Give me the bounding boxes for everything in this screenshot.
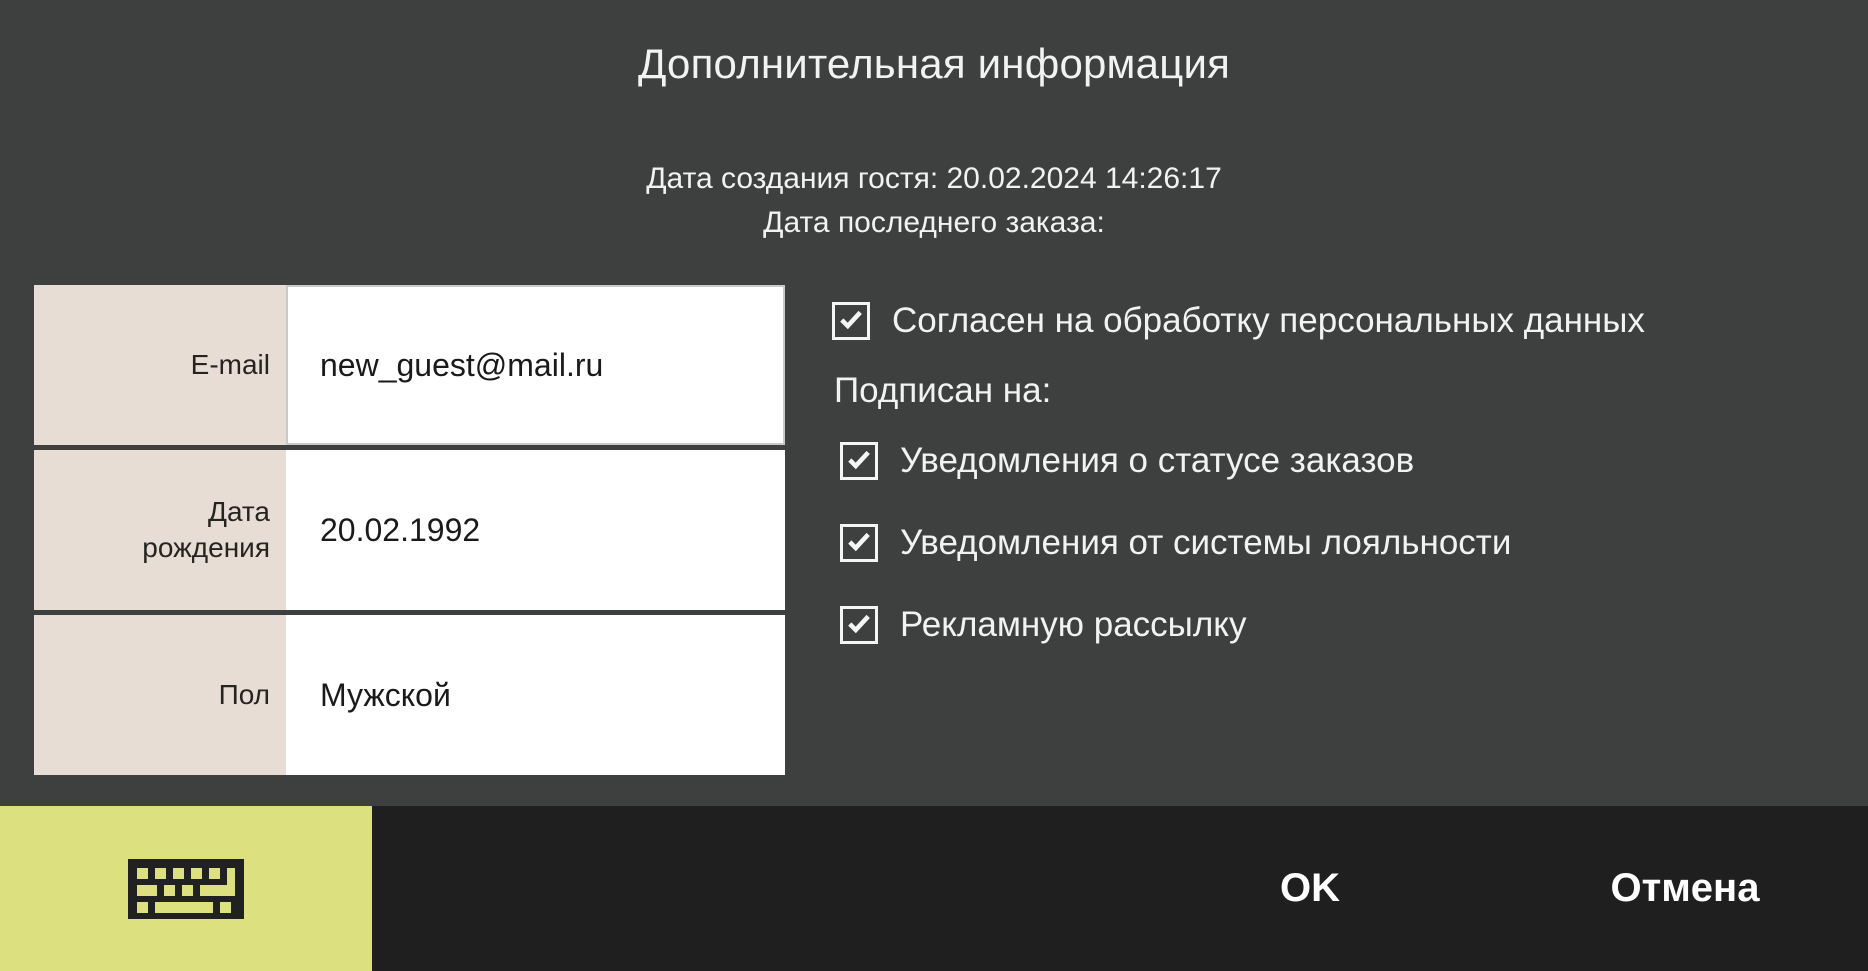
table-row: Дата рождения 20.02.1992 [34, 450, 785, 610]
checkmark-icon [848, 614, 870, 634]
additional-info-dialog: Дополнительная информация Дата создания … [0, 0, 1868, 806]
guest-created-date: Дата создания гостя: 20.02.2024 14:26:17 [646, 162, 1222, 195]
birth-date-label: Дата рождения [34, 450, 286, 610]
checkmark-icon [848, 450, 870, 470]
checkbox-row-advertising[interactable]: Рекламную рассылку [840, 597, 1832, 653]
subscribe-heading: Подписан на: [834, 371, 1052, 410]
checkbox-label-order-status: Уведомления о статусе заказов [900, 441, 1415, 480]
consent-block: Согласен на обработку персональных данны… [832, 293, 1832, 679]
checkbox-label-loyalty: Уведомления от системы лояльности [900, 523, 1512, 562]
last-order-date: Дата последнего заказа: [763, 206, 1105, 239]
checkbox-row-loyalty[interactable]: Уведомления от системы лояльности [840, 515, 1832, 571]
checkbox-loyalty[interactable] [840, 524, 878, 562]
email-field[interactable]: new_guest@mail.ru [286, 285, 785, 445]
checkbox-row-personal-data[interactable]: Согласен на обработку персональных данны… [832, 293, 1832, 349]
checkmark-icon [840, 310, 862, 330]
checkmark-icon [848, 532, 870, 552]
checkbox-row-order-status[interactable]: Уведомления о статусе заказов [840, 433, 1832, 489]
gender-label: Пол [34, 615, 286, 775]
checkbox-personal-data[interactable] [832, 302, 870, 340]
table-row: Пол Мужской [34, 615, 785, 775]
checkbox-label-advertising: Рекламную рассылку [900, 605, 1247, 644]
cancel-button[interactable]: Отмена [1555, 806, 1815, 971]
bottom-action-bar: OK Отмена [0, 806, 1868, 971]
guest-details-table: E-mail new_guest@mail.ru Дата рождения 2… [34, 285, 785, 775]
email-label: E-mail [34, 285, 286, 445]
meta-block: Дата создания гостя: 20.02.2024 14:26:17… [0, 157, 1868, 245]
page-title: Дополнительная информация [637, 40, 1231, 87]
gender-field[interactable]: Мужской [286, 615, 785, 775]
ok-button[interactable]: OK [1190, 806, 1430, 971]
keyboard-button[interactable] [0, 806, 372, 971]
checkbox-advertising[interactable] [840, 606, 878, 644]
birth-date-field[interactable]: 20.02.1992 [286, 450, 785, 610]
checkbox-label-personal-data: Согласен на обработку персональных данны… [892, 301, 1645, 340]
table-row: E-mail new_guest@mail.ru [34, 285, 785, 445]
keyboard-icon [128, 858, 244, 919]
checkbox-order-status[interactable] [840, 442, 878, 480]
